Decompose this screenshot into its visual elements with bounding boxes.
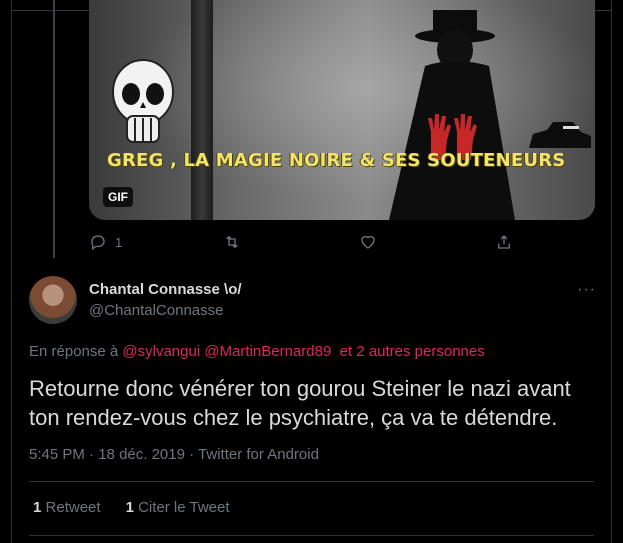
car-shape [529, 122, 591, 148]
quotes-label: Citer le Tweet [138, 499, 230, 516]
reply-count: 1 [115, 234, 123, 250]
tweet-text: Retourne donc vénérer ton gourou Steiner… [29, 376, 571, 430]
gif-badge: GIF [103, 187, 133, 207]
divider [29, 535, 594, 536]
retweets-label: Retweet [45, 499, 101, 516]
skull-icon [112, 59, 174, 143]
parent-action-bar: 1 [89, 233, 519, 253]
tweet-date[interactable]: 18 déc. 2019 [98, 446, 185, 463]
mention-link[interactable]: @MartinBernard89 [204, 343, 331, 360]
lamp-post [191, 0, 213, 220]
display-name[interactable]: Chantal Connasse \o/ [89, 281, 242, 298]
like-icon [361, 235, 375, 249]
tweet-meta: 5:45 PM · 18 déc. 2019 · Twitter for And… [29, 446, 319, 463]
divider [29, 481, 594, 482]
retweet-icon [226, 235, 238, 249]
thread-connector-line [53, 0, 55, 258]
tweet-stats: 1 Retweet 1 Citer le Tweet [33, 499, 230, 516]
reply-action[interactable]: 1 [89, 233, 122, 251]
avatar[interactable] [29, 276, 77, 324]
timeline-border-right [611, 0, 612, 543]
quotes-count: 1 [125, 499, 134, 516]
gif-caption: GREG , LA MAGIE NOIRE & SES SOUTENEURS [107, 150, 566, 171]
reply-context: En réponse à @sylvangui @MartinBernard89… [29, 343, 485, 360]
meta-separator: · [89, 446, 95, 463]
mention-link[interactable]: @sylvangui [122, 343, 200, 360]
tweet-time[interactable]: 5:45 PM [29, 446, 85, 463]
user-handle[interactable]: @ChantalConnasse [89, 302, 223, 319]
timeline-border-left [11, 0, 12, 543]
share-action[interactable] [495, 233, 513, 251]
others-link[interactable]: et 2 autres personnes [340, 343, 485, 360]
meta-separator: · [189, 446, 195, 463]
more-options-icon[interactable]: ··· [577, 281, 596, 299]
gif-media[interactable]: GREG , LA MAGIE NOIRE & SES SOUTENEURS G… [89, 0, 595, 220]
retweets-count: 1 [33, 499, 42, 516]
tweet-source[interactable]: Twitter for Android [198, 446, 319, 463]
share-icon [498, 235, 510, 249]
reply-prefix: En réponse à [29, 343, 119, 360]
retweet-action[interactable] [222, 233, 242, 251]
reply-icon [91, 235, 105, 251]
quotes-stat[interactable]: 1 Citer le Tweet [126, 499, 230, 516]
retweets-stat[interactable]: 1 Retweet [33, 499, 101, 516]
like-action[interactable] [359, 233, 377, 251]
